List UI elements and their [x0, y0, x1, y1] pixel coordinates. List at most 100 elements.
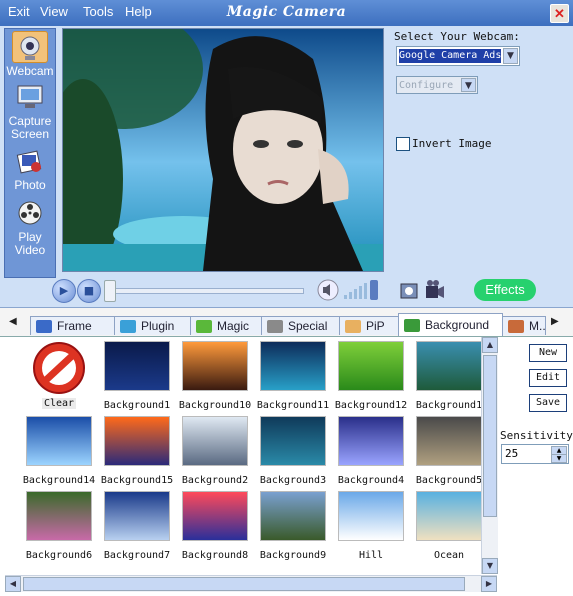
stop-button[interactable]: ■	[77, 279, 101, 303]
gallery-item-label: Background9	[259, 550, 327, 561]
gallery-thumbnail	[260, 341, 326, 391]
gallery-item[interactable]: Background10	[177, 341, 253, 411]
gallery-item[interactable]: Hill	[333, 491, 409, 561]
webcam-preview	[62, 28, 384, 272]
gallery-item[interactable]: Background12	[333, 341, 409, 411]
frame-icon	[36, 320, 52, 333]
gallery-item[interactable]: Background9	[255, 491, 331, 561]
gallery-item-label: Background6	[25, 550, 93, 561]
tab-pip[interactable]: PiP	[339, 316, 399, 335]
new-button[interactable]: New	[529, 344, 567, 362]
effects-button[interactable]: Effects	[474, 279, 536, 301]
sidebar-item-webcam[interactable]: Webcam	[5, 31, 55, 78]
gallery-item[interactable]: Background15	[99, 416, 175, 486]
gallery-thumbnail	[182, 416, 248, 466]
sidebar-item-play-video[interactable]: Play Video	[5, 199, 55, 257]
clear-icon	[27, 341, 91, 395]
photo-icon	[13, 147, 47, 177]
sidebar-label-webcam: Webcam	[6, 64, 54, 78]
gallery-thumbnail	[182, 341, 248, 391]
gallery-item[interactable]: Ocean	[411, 491, 487, 561]
gallery-horizontal-scrollbar[interactable]: ◀ ▶	[5, 575, 497, 592]
palm-tree-icon	[404, 319, 420, 332]
gallery-vertical-scrollbar[interactable]: ▲ ▼	[481, 337, 498, 574]
gallery-thumbnail	[182, 491, 248, 541]
tab-scroll-right-icon[interactable]: ▶	[551, 316, 559, 327]
tab-scroll-left-icon[interactable]: ◀	[9, 316, 17, 327]
tab-frame-label: Frame	[57, 319, 92, 333]
gallery-item[interactable]: Background8	[177, 491, 253, 561]
gallery-item[interactable]: Background2	[177, 416, 253, 486]
gallery-item[interactable]: Background4	[333, 416, 409, 486]
tab-background-label: Background	[425, 318, 490, 332]
gallery-thumbnail	[104, 341, 170, 391]
tab-more[interactable]: M...	[502, 316, 546, 335]
sidebar-item-capture-screen[interactable]: Capture Screen	[5, 83, 55, 141]
gallery-item-label: Background4	[337, 475, 405, 486]
save-button[interactable]: Save	[529, 394, 567, 412]
gallery-item[interactable]: Background14	[21, 416, 97, 486]
tab-frame[interactable]: Frame	[30, 316, 115, 335]
edit-button[interactable]: Edit	[529, 369, 567, 387]
gallery-item[interactable]: Background5	[411, 416, 487, 486]
gallery-thumbnail	[338, 491, 404, 541]
gallery-item[interactable]: Background1	[411, 341, 487, 411]
close-button[interactable]: ✕	[550, 4, 569, 23]
spin-down-icon[interactable]: ▼	[551, 454, 567, 463]
gallery-item[interactable]: Background1	[99, 341, 175, 411]
gallery-thumbnail	[260, 491, 326, 541]
gallery-thumbnail	[26, 491, 92, 541]
gallery-item-label: Background2	[181, 475, 249, 486]
gallery-thumbnail	[416, 491, 482, 541]
sensitivity-label: Sensitivity:	[500, 429, 573, 442]
webcam-select[interactable]: Google Camera Ads ▼	[396, 46, 520, 66]
gallery-item-label: Background10	[178, 400, 252, 411]
speaker-icon[interactable]	[317, 279, 339, 301]
app-title: Magic Camera	[226, 4, 347, 20]
scroll-up-icon[interactable]: ▲	[482, 337, 498, 353]
webcam-icon	[12, 31, 48, 63]
gallery-item[interactable]: Clear	[21, 341, 97, 409]
main-panel: Exit View Tools Help Magic Camera ✕ Webc…	[0, 0, 573, 308]
mask-icon	[508, 320, 524, 333]
vertical-scroll-thumb[interactable]	[483, 355, 497, 517]
gallery-item-label: Background3	[259, 475, 327, 486]
invert-image-label: Invert Image	[412, 137, 492, 150]
chevron-down-icon: ▼	[503, 48, 518, 64]
gallery-item[interactable]: Background6	[21, 491, 97, 561]
configure-select[interactable]: Configure ▼	[396, 76, 478, 94]
sensitivity-spinner[interactable]: 25 ▲ ▼	[501, 444, 569, 464]
title-menu-bar: Exit View Tools Help Magic Camera ✕	[0, 0, 573, 26]
gallery-item[interactable]: Background7	[99, 491, 175, 561]
sensitivity-value: 25	[505, 447, 519, 460]
gallery-item-label: Background5	[415, 475, 483, 486]
video-camera-icon[interactable]	[424, 278, 446, 302]
scroll-left-icon[interactable]: ◀	[5, 576, 21, 592]
tab-special[interactable]: Special	[261, 316, 340, 335]
volume-bars-icon[interactable]	[343, 279, 381, 301]
gallery-item-label: Hill	[358, 550, 384, 561]
gallery-thumbnail	[104, 491, 170, 541]
sidebar: Webcam Capture Screen Photo Play Video	[4, 28, 56, 278]
play-button[interactable]: ▶	[52, 279, 76, 303]
snapshot-icon[interactable]	[399, 278, 419, 302]
tab-background[interactable]: Background	[398, 313, 503, 336]
gallery-item[interactable]: Background11	[255, 341, 331, 411]
invert-image-checkbox[interactable]	[396, 137, 410, 151]
scroll-down-icon[interactable]: ▼	[482, 558, 498, 574]
gallery-item-label: Background1	[103, 400, 171, 411]
gallery-thumbnail	[416, 341, 482, 391]
gallery-thumbnail	[104, 416, 170, 466]
scroll-right-icon[interactable]: ▶	[481, 576, 497, 592]
tab-magic[interactable]: Magic	[190, 316, 262, 335]
gallery-item-label: Background8	[181, 550, 249, 561]
tab-plugin[interactable]: Plugin	[114, 316, 191, 335]
effects-label: Effects	[485, 282, 525, 297]
tab-special-label: Special	[288, 319, 328, 333]
gallery-item-label: Background12	[334, 400, 408, 411]
gallery-thumbnail	[26, 416, 92, 466]
horizontal-scroll-thumb[interactable]	[23, 577, 465, 591]
gallery-item[interactable]: Background3	[255, 416, 331, 486]
seek-slider-handle[interactable]	[104, 280, 116, 302]
sidebar-item-photo[interactable]: Photo	[5, 147, 55, 192]
